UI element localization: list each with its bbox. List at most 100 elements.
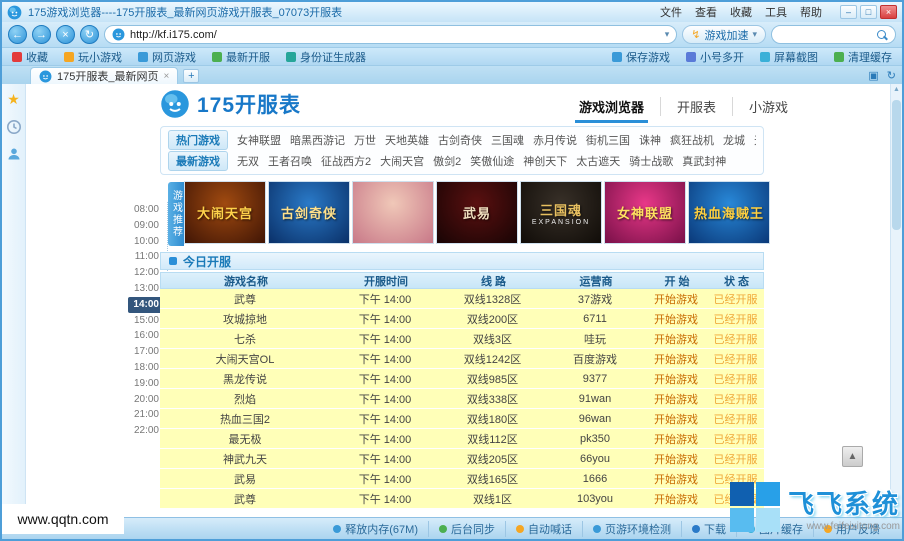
new-game-link[interactable]: 王者召唤 bbox=[268, 153, 312, 169]
game-name-cell[interactable]: 烈焰 bbox=[160, 391, 330, 407]
quickbar-item[interactable]: 网页游戏 bbox=[138, 49, 196, 65]
active-tab[interactable]: 175开服表_最新网页 × bbox=[30, 67, 178, 84]
hot-game-link[interactable]: 三国魂 bbox=[491, 132, 524, 148]
game-banner[interactable] bbox=[352, 181, 434, 244]
search-input[interactable] bbox=[779, 29, 872, 41]
hot-game-link[interactable]: 天地英雄 bbox=[385, 132, 429, 148]
server-line-cell[interactable]: 双线985区 bbox=[440, 371, 545, 387]
hot-game-link[interactable]: 天之刃 bbox=[754, 132, 756, 148]
reload-page-icon[interactable]: ↻ bbox=[887, 69, 896, 82]
new-game-link[interactable]: 太古遮天 bbox=[576, 153, 620, 169]
refresh-button[interactable]: ↻ bbox=[80, 25, 99, 44]
new-game-link[interactable]: 真武封神 bbox=[682, 153, 726, 169]
start-game-link[interactable]: 开始游戏 bbox=[645, 351, 707, 367]
start-game-link[interactable]: 开始游戏 bbox=[645, 311, 707, 327]
stop-button[interactable]: × bbox=[56, 25, 75, 44]
hot-game-link[interactable]: 万世 bbox=[354, 132, 376, 148]
site-nav-item[interactable]: 小游戏 bbox=[732, 97, 804, 116]
site-nav-item[interactable]: 游戏浏览器 bbox=[563, 97, 660, 116]
quickbar-item[interactable]: 屏幕截图 bbox=[760, 49, 818, 65]
site-logo[interactable]: 175开服表 bbox=[160, 89, 301, 119]
server-line-cell[interactable]: 双线200区 bbox=[440, 311, 545, 327]
hot-game-link[interactable]: 诛神 bbox=[639, 132, 661, 148]
quickbar-item[interactable]: 收藏 bbox=[12, 49, 48, 65]
new-game-link[interactable]: 骑士战歌 bbox=[629, 153, 673, 169]
game-name-cell[interactable]: 七杀 bbox=[160, 331, 330, 347]
menu-item[interactable]: 查看 bbox=[695, 4, 717, 20]
server-line-cell[interactable]: 双线112区 bbox=[440, 431, 545, 447]
game-name-cell[interactable]: 武尊 bbox=[160, 291, 330, 307]
hot-game-link[interactable]: 暗黑西游记 bbox=[290, 132, 345, 148]
game-banner[interactable]: 女神联盟 bbox=[604, 181, 686, 244]
game-name-cell[interactable]: 黑龙传说 bbox=[160, 371, 330, 387]
forward-button[interactable]: → bbox=[32, 25, 51, 44]
game-name-cell[interactable]: 武易 bbox=[160, 471, 330, 487]
game-accelerator-button[interactable]: ↯ 游戏加速 ▾ bbox=[682, 25, 766, 44]
hot-game-link[interactable]: 街机三国 bbox=[586, 132, 630, 148]
statusbar-item[interactable]: 后台同步 bbox=[428, 521, 505, 537]
scroll-to-top-button[interactable]: ▲ bbox=[842, 446, 863, 467]
start-game-link[interactable]: 开始游戏 bbox=[645, 431, 707, 447]
time-slot[interactable]: 09:00 bbox=[128, 218, 167, 234]
server-line-cell[interactable]: 双线1328区 bbox=[440, 291, 545, 307]
start-game-link[interactable]: 开始游戏 bbox=[645, 291, 707, 307]
new-tab-button[interactable]: + bbox=[183, 69, 199, 83]
server-line-cell[interactable]: 双线1区 bbox=[440, 491, 545, 507]
user-profile-icon[interactable] bbox=[6, 146, 22, 162]
hot-game-link[interactable]: 赤月传说 bbox=[533, 132, 577, 148]
new-game-link[interactable]: 无双 bbox=[237, 153, 259, 169]
history-clock-icon[interactable] bbox=[6, 119, 22, 135]
hot-game-link[interactable]: 龙城 bbox=[723, 132, 745, 148]
page-scrollbar[interactable]: ▲ ▼ bbox=[890, 84, 902, 517]
start-game-link[interactable]: 开始游戏 bbox=[645, 371, 707, 387]
new-game-link[interactable]: 大闹天宫 bbox=[380, 153, 424, 169]
favorites-star-icon[interactable]: ★ bbox=[7, 91, 20, 108]
start-game-link[interactable]: 开始游戏 bbox=[645, 331, 707, 347]
game-name-cell[interactable]: 神武九天 bbox=[160, 451, 330, 467]
quickbar-item[interactable]: 小号多开 bbox=[686, 49, 744, 65]
minimize-button[interactable]: – bbox=[840, 5, 857, 19]
new-game-link[interactable]: 笑傲仙途 bbox=[470, 153, 514, 169]
server-line-cell[interactable]: 双线1242区 bbox=[440, 351, 545, 367]
close-button[interactable]: × bbox=[880, 5, 897, 19]
new-game-link[interactable]: 傲剑2 bbox=[433, 153, 461, 169]
statusbar-item[interactable]: 自动喊话 bbox=[505, 521, 582, 537]
scroll-up-icon[interactable]: ▲ bbox=[891, 86, 902, 93]
statusbar-item[interactable]: 释放内存(67M) bbox=[323, 521, 428, 537]
time-slot[interactable]: 08:00 bbox=[128, 202, 167, 218]
menu-item[interactable]: 收藏 bbox=[730, 4, 752, 20]
new-game-link[interactable]: 神创天下 bbox=[523, 153, 567, 169]
game-banner[interactable]: 三国魂 EXPANSION bbox=[520, 181, 602, 244]
maximize-button[interactable]: □ bbox=[860, 5, 877, 19]
hot-game-link[interactable]: 女神联盟 bbox=[237, 132, 281, 148]
quickbar-item[interactable]: 保存游戏 bbox=[612, 49, 670, 65]
restore-page-icon[interactable]: ▣ bbox=[868, 69, 878, 82]
hot-game-link[interactable]: 疯狂战机 bbox=[670, 132, 714, 148]
menu-item[interactable]: 工具 bbox=[765, 4, 787, 20]
quickbar-item[interactable]: 身份证生成器 bbox=[286, 49, 366, 65]
statusbar-item[interactable]: 页游环境检测 bbox=[582, 521, 681, 537]
start-game-link[interactable]: 开始游戏 bbox=[645, 391, 707, 407]
server-line-cell[interactable]: 双线338区 bbox=[440, 391, 545, 407]
menu-item[interactable]: 帮助 bbox=[800, 4, 822, 20]
game-name-cell[interactable]: 大闹天宫OL bbox=[160, 351, 330, 367]
game-banner[interactable]: 古剑奇侠 bbox=[268, 181, 350, 244]
accelerator-dropdown-icon[interactable]: ▾ bbox=[752, 29, 757, 40]
server-line-cell[interactable]: 双线165区 bbox=[440, 471, 545, 487]
start-game-link[interactable]: 开始游戏 bbox=[645, 411, 707, 427]
url-dropdown-icon[interactable]: ▾ bbox=[665, 29, 670, 40]
game-banner[interactable]: 热血海贼王 bbox=[688, 181, 770, 244]
game-banner[interactable]: 大闹天宫 bbox=[184, 181, 266, 244]
game-name-cell[interactable]: 最无极 bbox=[160, 431, 330, 447]
game-name-cell[interactable]: 热血三国2 bbox=[160, 411, 330, 427]
game-banner[interactable]: 武易 bbox=[436, 181, 518, 244]
back-button[interactable]: ← bbox=[8, 25, 27, 44]
start-game-link[interactable]: 开始游戏 bbox=[645, 491, 707, 507]
time-slot[interactable]: 10:00 bbox=[128, 234, 167, 250]
server-line-cell[interactable]: 双线3区 bbox=[440, 331, 545, 347]
url-input[interactable] bbox=[130, 29, 660, 41]
game-recommend-tab[interactable]: 游戏推荐 bbox=[168, 182, 184, 246]
quickbar-item[interactable]: 最新开服 bbox=[212, 49, 270, 65]
server-line-cell[interactable]: 双线180区 bbox=[440, 411, 545, 427]
quickbar-item[interactable]: 玩小游戏 bbox=[64, 49, 122, 65]
